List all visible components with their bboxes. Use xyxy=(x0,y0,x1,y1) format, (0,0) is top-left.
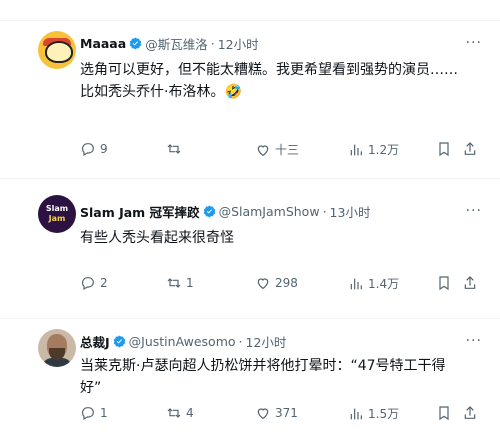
author-handle[interactable]: @JustinAwesomo xyxy=(129,334,236,349)
reply-button[interactable]: 1 xyxy=(80,405,108,421)
retweet-icon xyxy=(167,278,181,288)
timestamp[interactable]: 13小时 xyxy=(330,202,371,221)
timeline-feed: Maaaa @斯瓦维洛 · 12小时 ··· 选角可以更好，但不能太糟糕。我更希… xyxy=(0,0,500,440)
like-count: 371 xyxy=(275,406,298,420)
tweet-text: 当莱克斯·卢瑟向超人扔松饼并将他打晕时：“47号特工干得好” xyxy=(80,358,446,396)
tweet-text: 选角可以更好，但不能太糟糕。我更希望看到强势的演员……比如秃头乔什·布洛林。🤣 xyxy=(80,62,458,100)
like-count: 298 xyxy=(275,276,298,290)
tweet-header: Maaaa @斯瓦维洛 · 12小时 xyxy=(80,33,259,53)
separator-dot: · xyxy=(210,35,215,51)
reply-icon xyxy=(82,407,94,421)
like-count: 十三 xyxy=(275,143,300,157)
views-button[interactable]: 1.2万 xyxy=(348,141,399,158)
bookmark-icon xyxy=(439,276,449,291)
like-icon xyxy=(257,278,269,290)
reply-count: 2 xyxy=(100,276,108,290)
tweet-card[interactable]: 总裁J @JustinAwesomo · 12小时 ··· 当莱克斯·卢瑟向超人… xyxy=(0,318,500,441)
retweet-button[interactable]: 4 xyxy=(166,405,194,421)
share-icon xyxy=(464,406,476,419)
tweet-text: 有些人秃头看起来很奇怪 xyxy=(80,230,234,246)
separator-dot: · xyxy=(322,203,327,219)
bookmark-button[interactable] xyxy=(436,405,452,425)
avatar-logo-text: Jam xyxy=(48,214,66,223)
avatar-logo-text: Slam xyxy=(45,204,69,213)
retweet-button[interactable] xyxy=(166,141,186,157)
reply-count: 9 xyxy=(100,142,108,156)
like-icon xyxy=(257,408,269,420)
avatar-face xyxy=(45,41,73,63)
tweet-card[interactable]: Maaaa @斯瓦维洛 · 12小时 ··· 选角可以更好，但不能太糟糕。我更希… xyxy=(0,20,500,179)
reply-icon xyxy=(82,277,94,291)
tweet-header: Slam Jam 冠军摔跤 @SlamJamShow · 13小时 xyxy=(80,201,370,221)
bookmark-button[interactable] xyxy=(436,141,452,161)
more-icon[interactable]: ··· xyxy=(466,203,482,219)
author-name[interactable]: Slam Jam 冠军摔跤 xyxy=(80,202,200,221)
views-count: 1.4万 xyxy=(368,277,400,291)
author-name[interactable]: Maaaa xyxy=(80,36,126,51)
views-button[interactable]: 1.4万 xyxy=(348,275,399,292)
author-handle[interactable]: @斯瓦维洛 xyxy=(145,34,208,53)
tweet-card[interactable]: Slam Jam Slam Jam 冠军摔跤 @SlamJamShow · 13… xyxy=(0,178,500,305)
bookmark-icon xyxy=(439,406,449,421)
more-icon[interactable]: ··· xyxy=(466,333,482,349)
timestamp[interactable]: 12小时 xyxy=(218,34,259,53)
retweet-icon xyxy=(167,144,181,154)
reply-count: 1 xyxy=(100,406,108,420)
tweet-actions: 9 十三 1.2万 xyxy=(80,141,490,161)
reply-button[interactable]: 2 xyxy=(80,275,108,291)
tweet-actions: 2 1 298 1.4万 xyxy=(80,275,490,295)
verified-icon xyxy=(203,205,215,217)
reply-icon xyxy=(82,143,94,157)
avatar[interactable] xyxy=(38,31,76,69)
views-icon xyxy=(350,144,362,155)
author-handle[interactable]: @SlamJamShow xyxy=(219,204,320,219)
tweet-actions: 1 4 371 1.5万 xyxy=(80,405,490,425)
avatar[interactable]: Slam Jam xyxy=(38,195,76,233)
views-count: 1.2万 xyxy=(368,143,400,157)
retweet-button[interactable]: 1 xyxy=(166,275,194,291)
like-button[interactable]: 298 xyxy=(255,275,298,291)
retweet-count: 1 xyxy=(186,276,194,290)
separator-dot: · xyxy=(238,333,243,349)
share-button[interactable] xyxy=(462,141,478,161)
avatar[interactable] xyxy=(38,329,76,367)
views-button[interactable]: 1.5万 xyxy=(348,405,399,422)
retweet-icon xyxy=(167,408,181,418)
verified-icon xyxy=(113,335,125,347)
tweet-header: 总裁J @JustinAwesomo · 12小时 xyxy=(80,331,286,351)
like-button[interactable]: 371 xyxy=(255,405,298,421)
like-icon xyxy=(257,144,269,156)
bookmark-button[interactable] xyxy=(436,275,452,295)
share-icon xyxy=(464,142,476,155)
views-icon xyxy=(350,408,362,419)
share-icon xyxy=(464,276,476,289)
views-count: 1.5万 xyxy=(368,407,400,421)
share-button[interactable] xyxy=(462,275,478,295)
more-icon[interactable]: ··· xyxy=(466,35,482,51)
retweet-count: 4 xyxy=(186,406,194,420)
like-button[interactable]: 十三 xyxy=(255,141,299,158)
reply-button[interactable]: 9 xyxy=(80,141,108,157)
author-name[interactable]: 总裁J xyxy=(80,332,110,351)
share-button[interactable] xyxy=(462,405,478,425)
verified-icon xyxy=(129,37,142,49)
bookmark-icon xyxy=(439,142,449,157)
timestamp[interactable]: 12小时 xyxy=(246,332,287,351)
views-icon xyxy=(350,278,362,289)
